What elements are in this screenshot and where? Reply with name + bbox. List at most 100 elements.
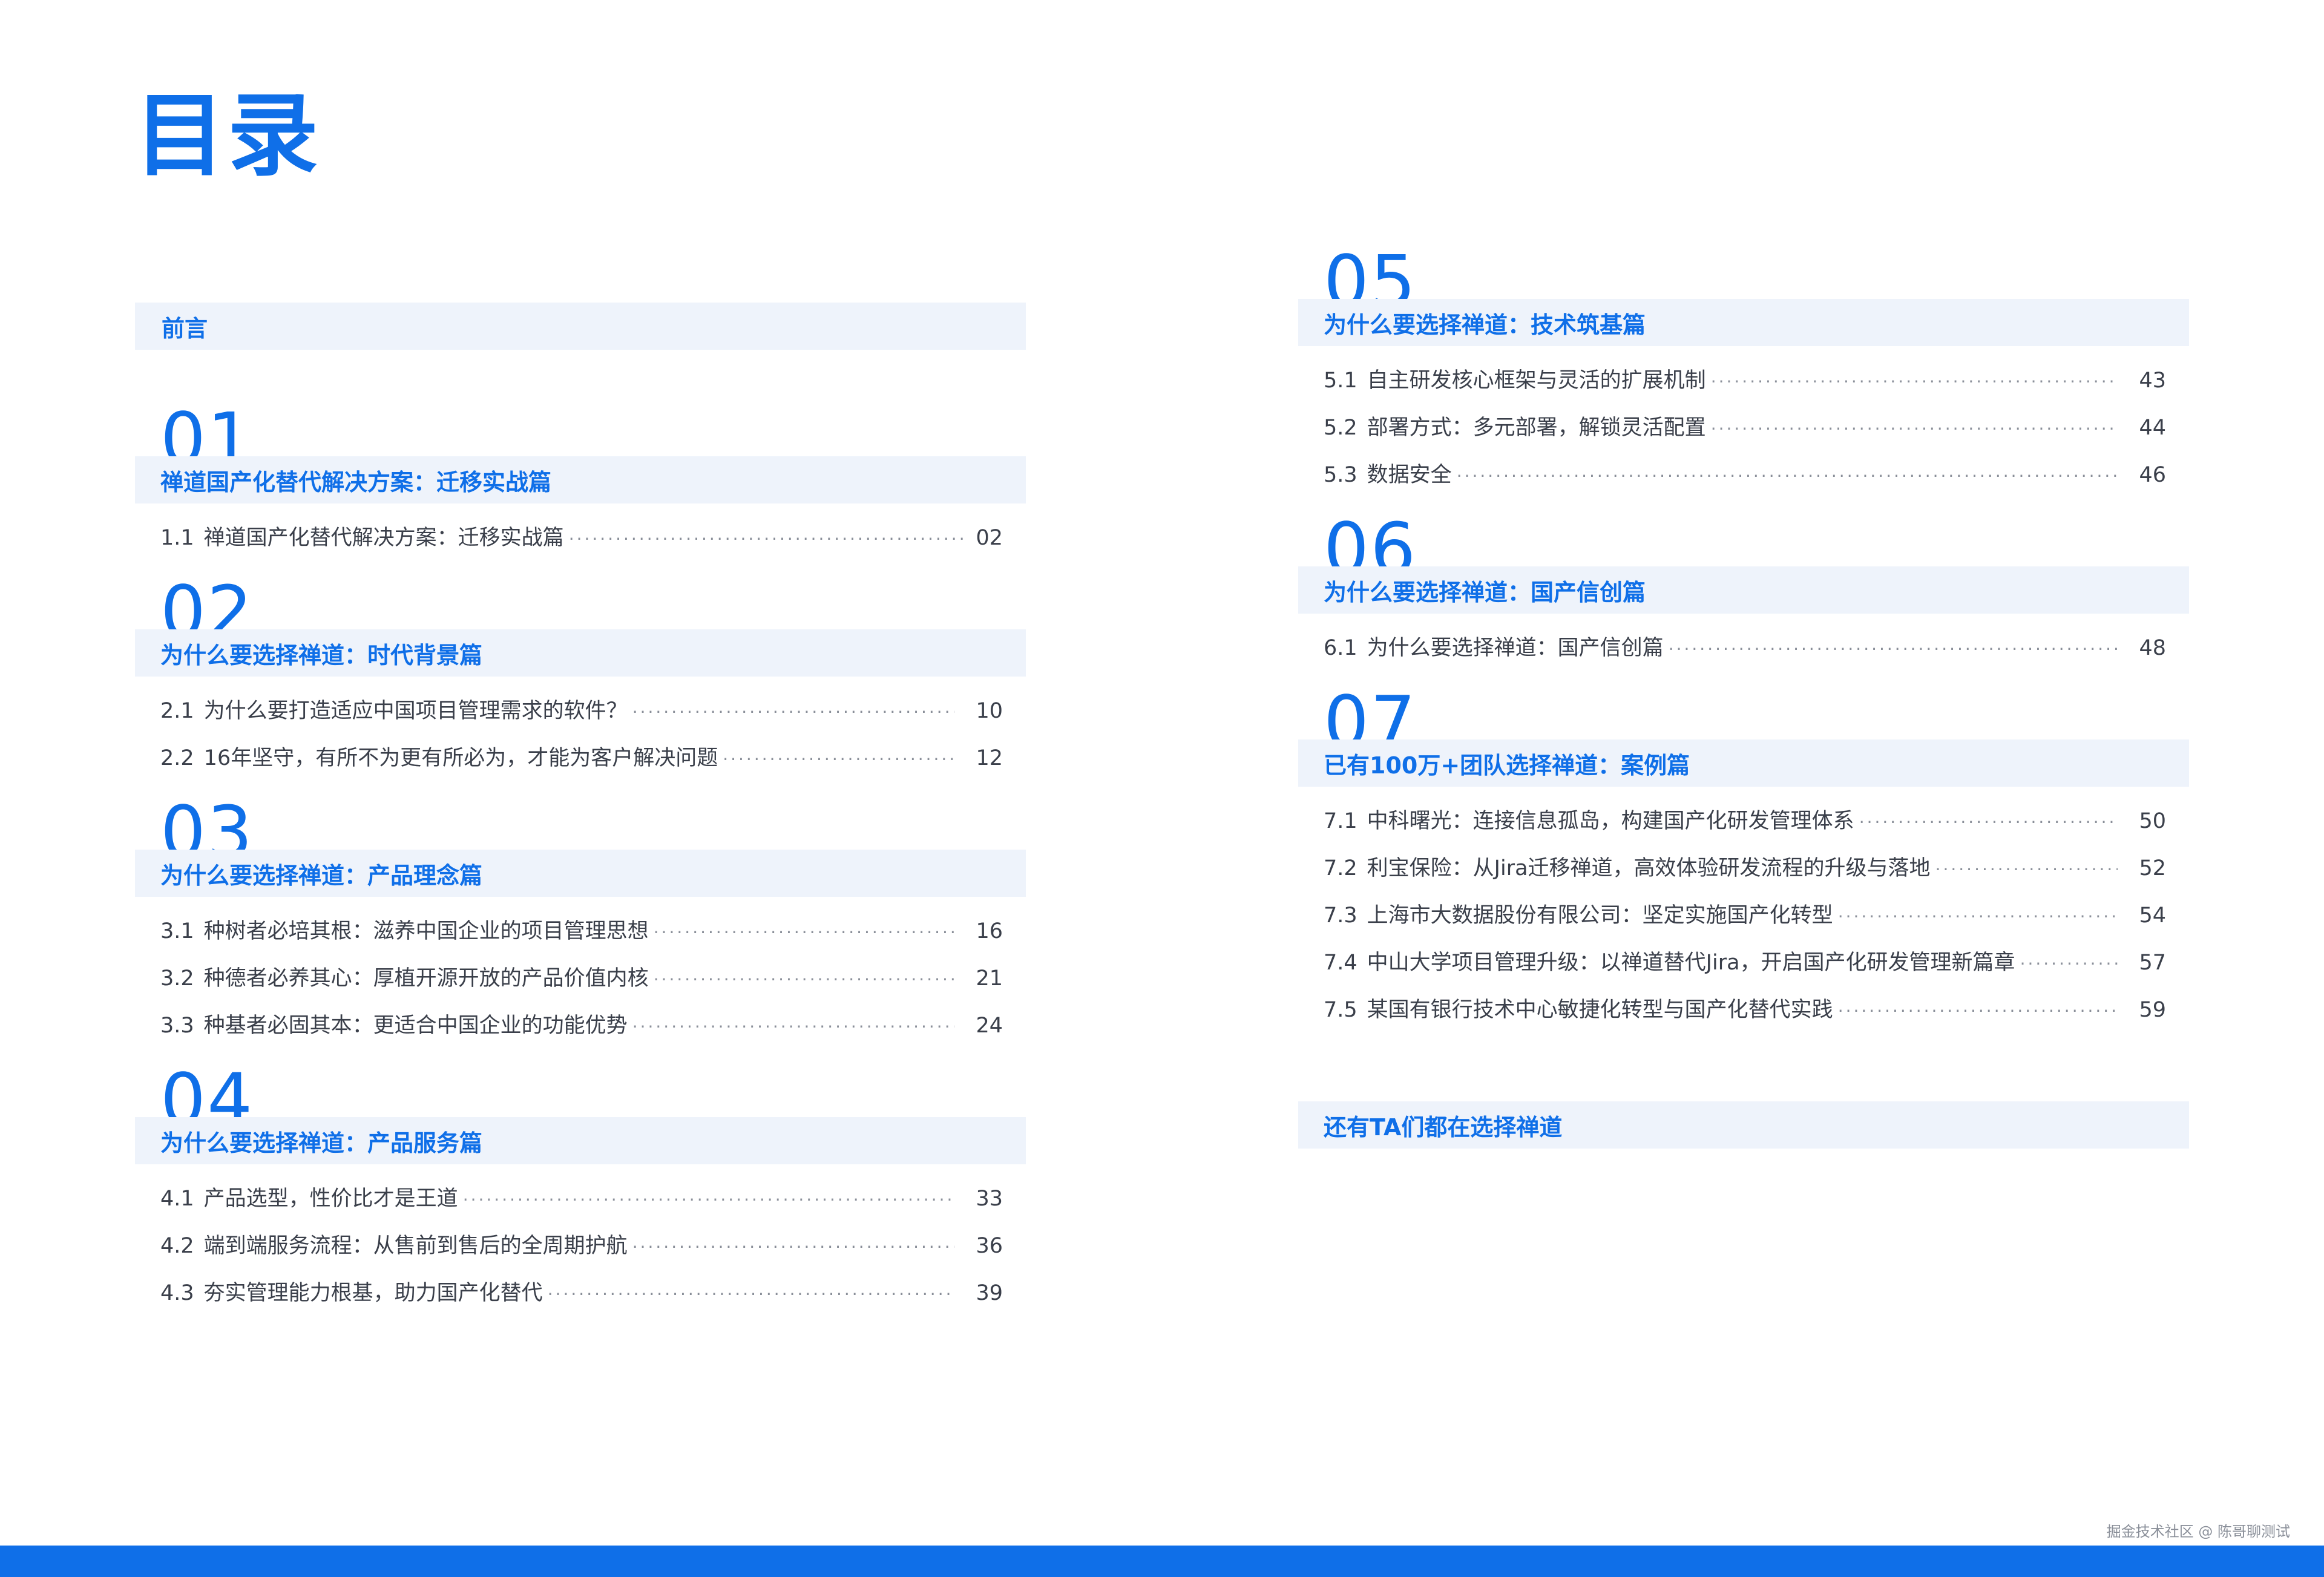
entry-number: 7.5 (1324, 998, 1357, 1022)
entry-number: 4.1 (160, 1187, 194, 1211)
entry-title: 数据安全 (1367, 463, 1452, 487)
toc-entry[interactable]: 4.3 夯实管理能力根基，助力国产化替代 39 (135, 1270, 1026, 1317)
entry-page: 36 (976, 1234, 1003, 1258)
section-header-bar: 06 为什么要选择禅道：国产信创篇 (1298, 513, 2189, 614)
section-number: 03 (160, 796, 254, 850)
entry-title: 16年坚守，有所不为更有所必为，才能为客户解决问题 (203, 746, 718, 770)
entry-page: 16 (976, 919, 1003, 943)
toc-entry[interactable]: 4.1 产品选型，性价比才是王道 33 (135, 1175, 1026, 1222)
toc-entry[interactable]: 3.3 种基者必固其本：更适合中国企业的功能优势 24 (135, 1002, 1026, 1049)
section-number: 06 (1324, 513, 1417, 566)
toc-entry[interactable]: 1.1 禅道国产化替代解决方案：迁移实战篇 02 (135, 514, 1026, 562)
toc-section-others[interactable]: 还有TA们都在选择禅道 (1298, 1101, 2189, 1149)
entry-number: 5.3 (1324, 463, 1357, 487)
entry-number: 2.2 (160, 746, 194, 770)
entry-page: 48 (2139, 636, 2166, 660)
entry-number: 3.3 (160, 1014, 194, 1038)
toc-entry[interactable]: 4.2 端到端服务流程：从售前到售后的全周期护航 36 (135, 1222, 1026, 1270)
entry-number: 2.1 (160, 699, 194, 723)
section-title: 还有TA们都在选择禅道 (1324, 1113, 1563, 1141)
entry-number: 7.4 (1324, 951, 1357, 975)
dot-leader (1711, 405, 2118, 453)
entry-page: 52 (2139, 856, 2166, 880)
section-number: 02 (160, 576, 254, 629)
entry-page: 59 (2139, 998, 2166, 1022)
dot-leader (632, 1003, 954, 1051)
dot-leader (1935, 846, 2118, 893)
entry-title: 中科曙光：连接信息孤岛，构建国产化研发管理体系 (1367, 809, 1854, 833)
section-number: 04 (160, 1064, 254, 1117)
footer-accent-bar (0, 1546, 2324, 1577)
entry-title: 禅道国产化替代解决方案：迁移实战篇 (203, 526, 564, 550)
entry-title: 上海市大数据股份有限公司：坚定实施国产化转型 (1367, 903, 1833, 928)
section-title: 为什么要选择禅道：产品理念篇 (160, 862, 483, 889)
section-header-bar: 02 为什么要选择禅道：时代背景篇 (135, 576, 1026, 677)
toc-entry[interactable]: 7.4 中山大学项目管理升级：以禅道替代Jira，开启国产化研发管理新篇章 57 (1298, 939, 2189, 986)
entry-page: 12 (976, 746, 1003, 770)
entry-title: 中山大学项目管理升级：以禅道替代Jira，开启国产化研发管理新篇章 (1367, 951, 2015, 975)
entry-number: 5.1 (1324, 369, 1357, 393)
toc-entry[interactable]: 3.1 种树者必培其根：滋养中国企业的项目管理思想 16 (135, 908, 1026, 955)
toc-section-05[interactable]: 05 为什么要选择禅道：技术筑基篇 5.1 自主研发核心框架与灵活的扩展机制 4… (1298, 246, 2189, 499)
section-title: 为什么要选择禅道：产品服务篇 (160, 1129, 483, 1156)
entry-page: 44 (2139, 416, 2166, 440)
toc-section-02[interactable]: 02 为什么要选择禅道：时代背景篇 2.1 为什么要打造适应中国项目管理需求的软… (135, 576, 1026, 782)
toc-right-column: 05 为什么要选择禅道：技术筑基篇 5.1 自主研发核心框架与灵活的扩展机制 4… (1298, 246, 2189, 1149)
entry-page: 24 (976, 1014, 1003, 1038)
toc-section-07[interactable]: 07 已有100万+团队选择禅道：案例篇 7.1 中科曙光：连接信息孤岛，构建国… (1298, 686, 2189, 1034)
toc-entry[interactable]: 5.1 自主研发核心框架与灵活的扩展机制 43 (1298, 357, 2189, 404)
entry-number: 4.2 (160, 1234, 194, 1258)
section-title: 为什么要选择禅道：时代背景篇 (160, 641, 483, 669)
dot-leader (548, 1271, 954, 1318)
dot-leader (463, 1176, 954, 1224)
entry-title: 端到端服务流程：从售前到售后的全周期护航 (203, 1234, 628, 1258)
dot-leader (569, 516, 968, 563)
toc-entry[interactable]: 6.1 为什么要选择禅道：国产信创篇 48 (1298, 625, 2189, 672)
section-header-bar: 前言 (135, 303, 1026, 350)
entry-page: 54 (2139, 903, 2166, 928)
dot-leader (2020, 940, 2118, 988)
toc-entry[interactable]: 7.3 上海市大数据股份有限公司：坚定实施国产化转型 54 (1298, 892, 2189, 939)
entry-title: 夯实管理能力根基，助力国产化替代 (203, 1281, 543, 1305)
toc-section-06[interactable]: 06 为什么要选择禅道：国产信创篇 6.1 为什么要选择禅道：国产信创篇 48 (1298, 513, 2189, 672)
toc-section-preface[interactable]: 前言 (135, 303, 1026, 350)
entry-title: 种德者必养其心：厚植开源开放的产品价值内核 (203, 966, 649, 991)
entry-title: 为什么要选择禅道：国产信创篇 (1367, 636, 1664, 660)
section-header-bar: 04 为什么要选择禅道：产品服务篇 (135, 1064, 1026, 1164)
dot-leader (723, 736, 954, 783)
entry-title: 种基者必固其本：更适合中国企业的功能优势 (203, 1014, 628, 1038)
dot-leader (632, 689, 954, 736)
entry-page: 39 (976, 1281, 1003, 1305)
toc-entry[interactable]: 2.2 16年坚守，有所不为更有所必为，才能为客户解决问题 12 (135, 735, 1026, 782)
toc-entry[interactable]: 7.1 中科曙光：连接信息孤岛，构建国产化研发管理体系 50 (1298, 798, 2189, 845)
dot-leader (1859, 799, 2118, 846)
toc-section-03[interactable]: 03 为什么要选择禅道：产品理念篇 3.1 种树者必培其根：滋养中国企业的项目管… (135, 796, 1026, 1049)
entry-number: 6.1 (1324, 636, 1357, 660)
section-header-bar: 03 为什么要选择禅道：产品理念篇 (135, 796, 1026, 897)
entry-number: 3.1 (160, 919, 194, 943)
dot-leader (654, 909, 954, 956)
toc-left-column: 前言 01 禅道国产化替代解决方案：迁移实战篇 1.1 禅道国产化替代解决方案：… (135, 303, 1026, 1317)
entry-page: 10 (976, 699, 1003, 723)
toc-section-01[interactable]: 01 禅道国产化替代解决方案：迁移实战篇 1.1 禅道国产化替代解决方案：迁移实… (135, 403, 1026, 562)
toc-entry[interactable]: 7.5 某国有银行技术中心敏捷化转型与国产化替代实践 59 (1298, 986, 2189, 1034)
toc-entry[interactable]: 7.2 利宝保险：从Jira迁移禅道，高效体验研发流程的升级与落地 52 (1298, 845, 2189, 892)
toc-section-04[interactable]: 04 为什么要选择禅道：产品服务篇 4.1 产品选型，性价比才是王道 33 4.… (135, 1064, 1026, 1317)
entry-page: 57 (2139, 951, 2166, 975)
section-title: 禅道国产化替代解决方案：迁移实战篇 (160, 468, 552, 496)
toc-entry[interactable]: 5.3 数据安全 46 (1298, 451, 2189, 499)
toc-entry[interactable]: 5.2 部署方式：多元部署，解锁灵活配置 44 (1298, 404, 2189, 451)
dot-leader (1457, 453, 2118, 500)
toc-entry[interactable]: 2.1 为什么要打造适应中国项目管理需求的软件？ 10 (135, 687, 1026, 735)
entry-number: 7.1 (1324, 809, 1357, 833)
entry-page: 33 (976, 1187, 1003, 1211)
section-header-bar: 05 为什么要选择禅道：技术筑基篇 (1298, 246, 2189, 346)
entry-title: 利宝保险：从Jira迁移禅道，高效体验研发流程的升级与落地 (1367, 856, 1931, 880)
entry-number: 5.2 (1324, 416, 1357, 440)
entry-title: 种树者必培其根：滋养中国企业的项目管理思想 (203, 919, 649, 943)
dot-leader (654, 956, 954, 1003)
entry-number: 7.3 (1324, 903, 1357, 928)
toc-entry[interactable]: 3.2 种德者必养其心：厚植开源开放的产品价值内核 21 (135, 955, 1026, 1002)
section-number: 05 (1324, 246, 1417, 299)
entry-title: 自主研发核心框架与灵活的扩展机制 (1367, 369, 1706, 393)
